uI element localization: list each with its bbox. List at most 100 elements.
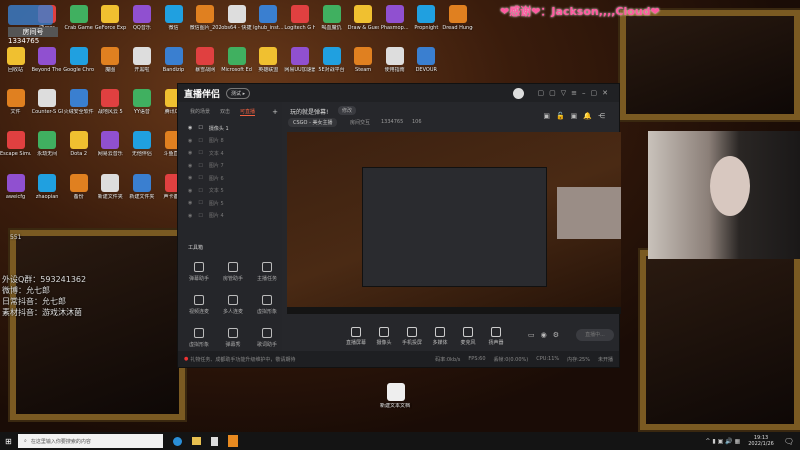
scene-tab[interactable]: 双击 bbox=[220, 108, 230, 116]
desktop-icon[interactable]: zhaopian bbox=[32, 174, 63, 200]
desktop-icon[interactable]: 魔图 bbox=[95, 47, 126, 73]
source-item[interactable]: ◉ ☐ 图片 8 bbox=[178, 135, 282, 148]
desktop-icon[interactable]: 战地风云 5 bbox=[95, 89, 126, 115]
icon-label: 微信 bbox=[168, 25, 179, 31]
desktop-icon[interactable]: DEVOUR bbox=[411, 47, 442, 73]
source-item[interactable]: ◉ ☐ 图片 4 bbox=[178, 210, 282, 223]
source-item[interactable]: ◉ ☐ 图片 5 bbox=[178, 197, 282, 210]
camera-settings-icons[interactable]: ▭◉⚙ bbox=[528, 331, 565, 339]
source-control-button[interactable]: 手机投屏 bbox=[397, 327, 427, 346]
app-icon bbox=[132, 89, 151, 107]
desktop-icon[interactable]: 5E对战平台 bbox=[316, 47, 347, 73]
tool-button[interactable]: 虚拟形象 bbox=[250, 295, 284, 315]
desktop-icon[interactable]: Phasmop... bbox=[379, 5, 410, 31]
room-interact[interactable]: 房间交互 bbox=[350, 119, 370, 126]
desktop-icon[interactable]: 英雄联盟 bbox=[253, 47, 284, 73]
source-item[interactable]: ◉ ☐ 图片 6 bbox=[178, 172, 282, 185]
source-control-button[interactable]: 直播屏幕 bbox=[341, 327, 371, 346]
clock[interactable]: 19:13 2022/1/26 bbox=[748, 435, 774, 447]
desktop-icon[interactable]: 备份 bbox=[63, 174, 94, 200]
source-control-button[interactable]: 麦克风 bbox=[453, 327, 483, 346]
tool-button[interactable]: 房管助手 bbox=[216, 262, 250, 282]
scene-tab[interactable]: 我的场景 bbox=[190, 108, 210, 116]
desktop-icon[interactable]: Draw & Guess bbox=[348, 5, 379, 31]
desktop-icon[interactable]: aweicfg bbox=[0, 174, 31, 200]
notification-icon[interactable]: 🗨 bbox=[784, 437, 794, 446]
tool-button[interactable]: 弹幕助手 bbox=[182, 262, 216, 282]
desktop-icon[interactable]: Crab Game bbox=[63, 5, 94, 31]
tool-button[interactable]: 弹幕秀 bbox=[216, 328, 250, 348]
desktop-icon[interactable]: 喝血魔仇 bbox=[316, 5, 347, 31]
file-icon[interactable] bbox=[211, 436, 218, 446]
windows-start-icon[interactable]: ⊞ bbox=[5, 437, 12, 446]
desktop-icon[interactable]: 无他伴侣 bbox=[126, 131, 157, 157]
desktop-icon[interactable]: Counter-S Global Off... bbox=[32, 89, 63, 115]
desktop-icon[interactable]: Beyond The Wire Soun... bbox=[32, 47, 63, 73]
source-control-button[interactable]: 多媒体 bbox=[425, 327, 455, 346]
source-item[interactable]: ◉ ☐ 文本 5 bbox=[178, 185, 282, 198]
tool-label: 虚拟形象 bbox=[256, 309, 277, 315]
start-live-button[interactable]: 直播中... bbox=[576, 329, 614, 341]
desktop-icon[interactable]: QQ音乐 bbox=[126, 5, 157, 31]
desktop-icon[interactable]: lghub_inst... bbox=[253, 5, 284, 31]
eye-icon[interactable]: ◉ bbox=[188, 138, 192, 144]
desktop-icon[interactable]: GeForce Experience bbox=[95, 5, 126, 31]
eye-icon[interactable]: ◉ bbox=[188, 175, 192, 181]
desktop-icon[interactable]: 暴雪战网 bbox=[190, 47, 221, 73]
desktop-icon[interactable]: Microsoft Edge bbox=[221, 47, 252, 73]
category[interactable]: CSGO - 美女主播 bbox=[288, 118, 338, 127]
desktop-icon[interactable]: Bandizip bbox=[158, 47, 189, 73]
desktop-icon[interactable]: Google Chrome bbox=[63, 47, 94, 73]
app-icon bbox=[196, 5, 215, 23]
live-companion-taskbar-icon[interactable] bbox=[228, 435, 238, 447]
header-tool-icons[interactable]: ▣🔓▣🔔⋲ bbox=[543, 112, 611, 120]
desktop-icon[interactable]: Escape Simulator bbox=[0, 131, 31, 157]
explorer-icon[interactable] bbox=[192, 437, 201, 445]
eye-icon[interactable]: ◉ bbox=[188, 163, 192, 169]
desktop-icon[interactable]: obs64 - 快捷方式 bbox=[221, 5, 252, 31]
eye-icon[interactable]: ◉ bbox=[188, 188, 192, 194]
eye-icon[interactable]: ◉ bbox=[188, 213, 192, 219]
source-item[interactable]: ◉ ☐ 文本 4 bbox=[178, 147, 282, 160]
eye-icon[interactable]: ◉ bbox=[188, 150, 192, 156]
desktop-icon[interactable]: Dota 2 bbox=[63, 131, 94, 157]
tool-button[interactable]: 虚拟形象 bbox=[182, 328, 216, 348]
source-item[interactable]: ◉ ☐ 摄像头 1 bbox=[178, 122, 282, 135]
tray-icons[interactable]: ^ ▮ ▣ 🔊 ▦ bbox=[705, 438, 740, 445]
desktop-icon[interactable]: 永劫无间 bbox=[32, 131, 63, 157]
desktop-icon[interactable]: 微信 bbox=[158, 5, 189, 31]
tool-button[interactable]: 视频连麦 bbox=[182, 295, 216, 315]
desktop-icon[interactable]: 新建文件夹 bbox=[95, 174, 126, 200]
desktop-icon[interactable]: Propnight bbox=[411, 5, 442, 31]
desktop-icon[interactable]: 回收站 bbox=[0, 47, 31, 73]
desktop-icon[interactable]: 网易云音乐 bbox=[95, 131, 126, 157]
desktop-icon[interactable]: Dread Hunger bbox=[442, 5, 473, 31]
scene-tab[interactable]: 可直播 bbox=[240, 108, 256, 116]
desktop-icon[interactable]: 使用指南 bbox=[379, 47, 410, 73]
desktop-icon[interactable]: 火绒安全软件 bbox=[63, 89, 94, 115]
add-scene-button[interactable]: + bbox=[272, 108, 278, 116]
desktop-icon[interactable]: 文件 bbox=[0, 89, 31, 115]
version-badge[interactable]: 测试 ▸ bbox=[226, 87, 251, 99]
desktop-icon[interactable]: 微信图片_2021111... bbox=[190, 5, 221, 31]
desktop-icon[interactable]: 开黑啦 bbox=[126, 47, 157, 73]
edge-icon[interactable] bbox=[173, 436, 182, 446]
desktop-icon[interactable]: YY语音 bbox=[126, 89, 157, 115]
tool-button[interactable]: 歌词助手 bbox=[250, 328, 284, 348]
desktop-icon[interactable]: 新建文件夹 bbox=[126, 174, 157, 200]
desktop-icon[interactable]: Steam bbox=[348, 47, 379, 73]
desktop-icon[interactable]: Logitech G HUB bbox=[284, 5, 315, 31]
taskbar-search[interactable]: ⌕ 在这里输入你要搜索的内容 bbox=[18, 434, 163, 448]
desktop-icon-text-file[interactable]: 新建文本文档 (3) bbox=[380, 383, 412, 409]
desktop-icon[interactable]: 网易UU加速器 bbox=[284, 47, 315, 73]
source-item[interactable]: ◉ ☐ 图片 7 bbox=[178, 160, 282, 173]
eye-icon[interactable]: ◉ bbox=[188, 200, 192, 206]
avatar[interactable] bbox=[512, 87, 524, 99]
tool-button[interactable]: 主播任务 bbox=[250, 262, 284, 282]
source-control-button[interactable]: 摄像头 bbox=[369, 327, 399, 346]
eye-icon[interactable]: ◉ bbox=[188, 125, 192, 131]
tool-button[interactable]: 多人连麦 bbox=[216, 295, 250, 315]
window-controls[interactable]: ▢▢▽≡–▢✕ bbox=[538, 89, 613, 97]
source-control-button[interactable]: 扬声器 bbox=[481, 327, 511, 346]
edit-title-button[interactable]: 修改 bbox=[338, 106, 357, 115]
